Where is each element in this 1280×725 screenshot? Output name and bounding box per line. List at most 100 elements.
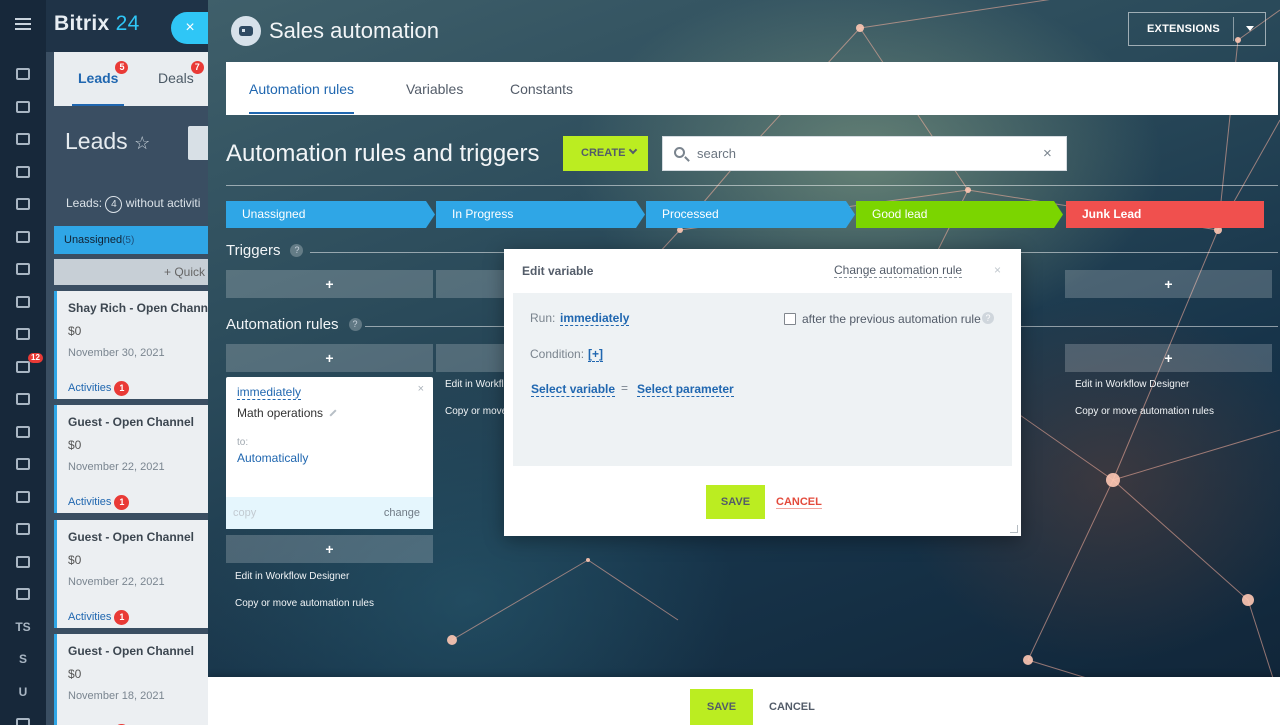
rule-card-footer: copy change [226,497,433,529]
change-link[interactable]: change [384,507,420,519]
create-button[interactable]: CREATE [563,136,648,171]
pencil-icon[interactable] [329,409,337,417]
documents-icon[interactable] [0,188,46,221]
add-rule-button[interactable]: + [226,535,433,563]
lead-date: November 22, 2021 [68,461,165,473]
run-value-link[interactable]: immediately [560,311,630,326]
checklist-icon[interactable] [0,318,46,351]
tab-constants[interactable]: Constants [510,81,573,97]
help-icon[interactable]: ? [982,312,994,324]
copy-link[interactable]: copy [233,507,256,519]
chevron-down-icon[interactable] [1246,26,1254,31]
close-icon[interactable]: × [418,383,424,395]
search-input[interactable] [697,137,1027,170]
automation-slider: Sales automation EXTENSIONS Automation r… [208,0,1280,725]
kanban-column-unassigned[interactable]: Unassigned(5) [54,226,216,254]
dialog-save-button[interactable]: SAVE [706,485,765,519]
edit-in-designer-link[interactable]: Edit in Workflow Designer [1075,379,1189,390]
chevron-down-icon[interactable] [0,708,46,725]
automation-rules-title: Automation rules? [226,316,362,333]
add-rule-button[interactable]: + [1065,344,1272,372]
tab-automation-rules[interactable]: Automation rules [249,81,355,114]
resize-handle[interactable] [1010,525,1018,533]
menu-icon[interactable] [15,18,31,30]
stage-good-lead[interactable]: Good lead [856,201,1063,228]
edit-in-designer-link[interactable]: Edit in Workflo [445,379,509,390]
box-icon[interactable] [0,546,46,579]
sites-icon[interactable] [0,416,46,449]
rail-item-ts[interactable]: TS [0,611,46,644]
lead-name[interactable]: Guest - Open Channel [68,415,206,429]
automation-rule-card[interactable]: immediately × Math operations to: Automa… [226,377,433,529]
lead-name[interactable]: Guest - Open Channel [68,644,206,658]
dialog-body: Run: immediately after the previous auto… [513,293,1012,466]
after-previous-label[interactable]: after the previous automation rule [802,312,981,326]
drive-icon[interactable] [0,221,46,254]
stage-unassigned[interactable]: Unassigned [226,201,435,228]
lead-name[interactable]: Shay Rich - Open Channel [68,301,216,315]
bitrix-logo[interactable]: Bitrix 24 [54,12,140,36]
run-label: Run: [530,311,556,325]
tab-leads[interactable]: Leads 5 [71,61,129,106]
after-previous-checkbox[interactable] [784,313,796,325]
quick-add-button[interactable]: + Quick [54,259,216,285]
chat-icon[interactable] [0,123,46,156]
stage-processed[interactable]: Processed [646,201,855,228]
crm-tabs: Leads 5 Deals 7 [54,52,216,106]
stage-junk-lead[interactable]: Junk Lead [1066,201,1264,228]
lead-card[interactable]: Guest - Open Channel$0November 18, 2021A… [54,634,216,725]
target-icon[interactable] [0,383,46,416]
lead-amount: $0 [68,553,82,567]
copy-move-link[interactable]: Copy or move automation rules [235,598,374,609]
copy-move-link[interactable]: Copy or move [445,406,507,417]
lead-name[interactable]: Guest - Open Channel [68,530,206,544]
box-icon[interactable] [0,578,46,611]
help-icon[interactable]: ? [348,318,362,331]
star-icon[interactable]: ☆ [134,133,150,153]
tasks-icon[interactable] [0,91,46,124]
add-condition-link[interactable]: [+] [588,347,603,362]
add-trigger-button[interactable]: + [226,270,433,298]
activities-link[interactable]: Activities1 [68,381,206,396]
select-parameter-link[interactable]: Select parameter [637,382,734,397]
contacts-icon[interactable] [0,286,46,319]
copy-move-link[interactable]: Copy or move automation rules [1075,406,1214,417]
rule-timing-link[interactable]: immediately [237,385,302,400]
stage-in-progress[interactable]: In Progress [436,201,645,228]
add-trigger-button[interactable]: + [1065,270,1272,298]
calendar-icon[interactable] [0,156,46,189]
add-rule-button[interactable]: + [226,344,433,372]
tab-variables[interactable]: Variables [406,81,463,97]
slider-header: Sales automation EXTENSIONS [208,0,1280,62]
close-icon[interactable]: × [994,263,1001,277]
extensions-button[interactable]: EXTENSIONS [1128,12,1266,46]
cart-icon[interactable] [0,448,46,481]
change-automation-rule-link[interactable]: Change automation rule [834,263,963,278]
clear-icon[interactable]: × [1043,145,1052,162]
activity-stream-icon[interactable] [0,58,46,91]
select-variable-link[interactable]: Select variable [531,382,616,397]
sync-icon[interactable] [0,513,46,546]
left-rail: 12 TS S U [0,0,46,725]
lead-card[interactable]: Guest - Open Channel $0 November 22, 2021 A… [54,405,216,513]
help-icon[interactable]: ? [290,244,304,257]
rail-item-u[interactable]: U [0,676,46,709]
lead-card[interactable]: Guest - Open Channel $0 November 22, 2021 A… [54,520,216,628]
tab-deals[interactable]: Deals 7 [158,61,204,86]
save-button[interactable]: SAVE [690,689,753,725]
cancel-button[interactable]: CANCEL [769,701,815,713]
activities-link[interactable]: Activities1 [68,495,206,510]
rail-item-label: TS [15,619,31,634]
mail-icon[interactable] [0,253,46,286]
rule-name: Math operations [237,406,337,420]
card-icon[interactable] [0,481,46,514]
edit-in-designer-link[interactable]: Edit in Workflow Designer [235,571,349,582]
crm-icon[interactable]: 12 [0,351,46,384]
rail-item-s[interactable]: S [0,643,46,676]
dialog-cancel-button[interactable]: CANCEL [776,496,822,509]
close-slider-button[interactable]: × [171,12,209,44]
search-box[interactable]: × [662,136,1067,171]
activities-link[interactable]: Activities1 [68,610,206,625]
lead-card[interactable]: Shay Rich - Open Channel $0 November 30, 2… [54,291,216,399]
rule-to-value[interactable]: Automatically [237,451,308,465]
